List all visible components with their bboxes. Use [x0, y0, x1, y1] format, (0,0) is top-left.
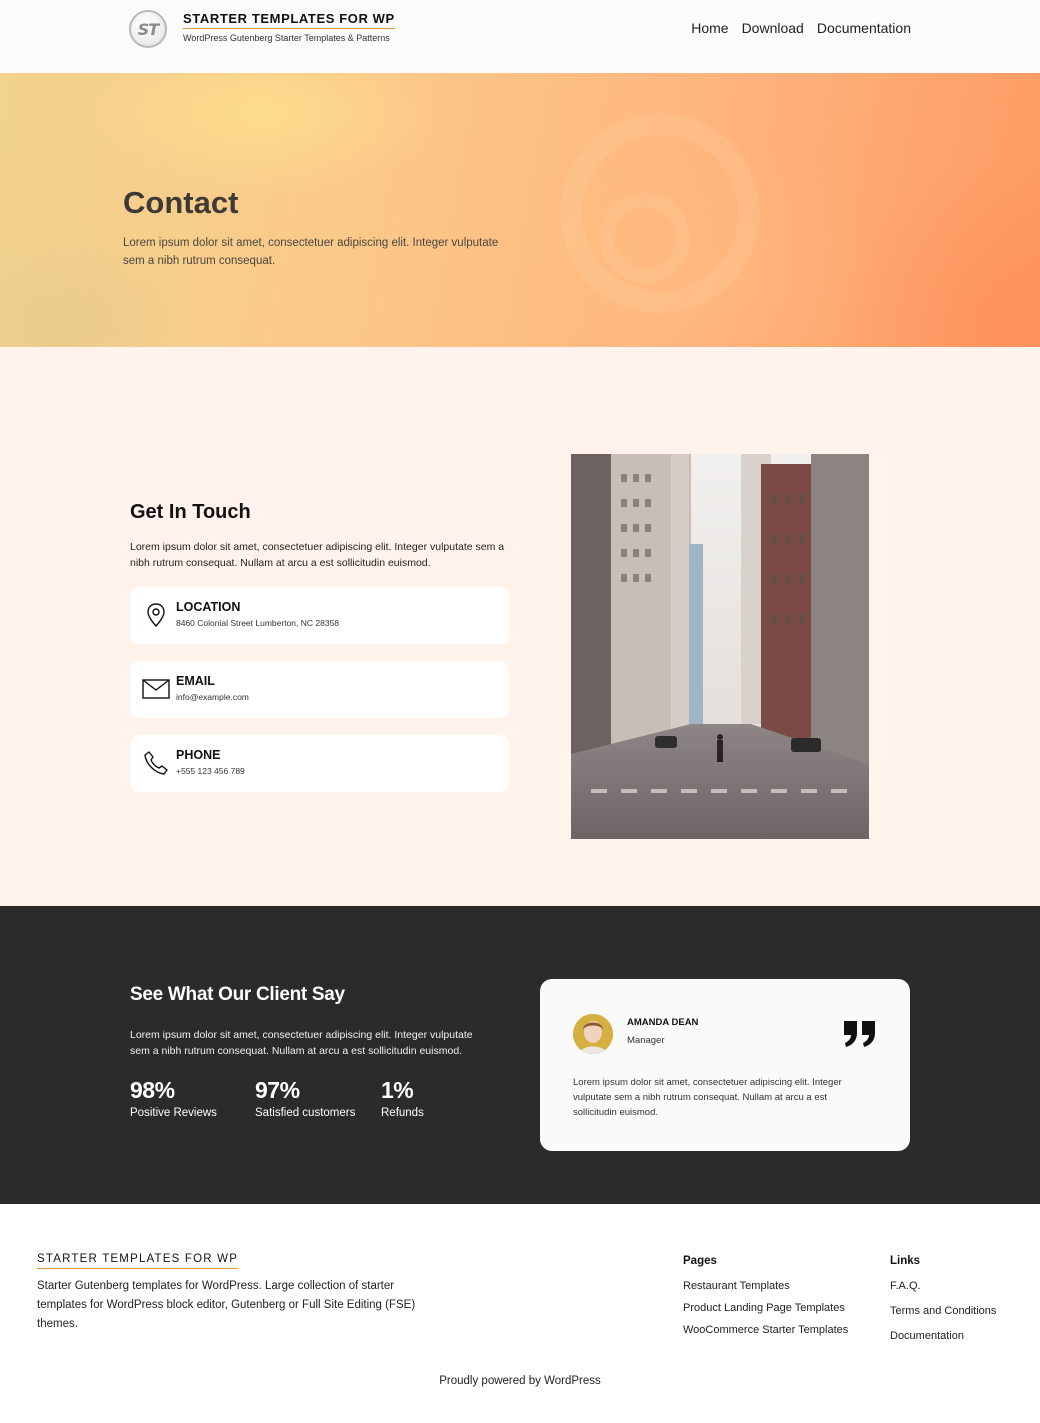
- email-value[interactable]: info@example.com: [176, 692, 249, 702]
- footer-link-terms[interactable]: Terms and Conditions: [890, 1305, 996, 1317]
- location-value: 8460 Colonial Street Lumberton, NC 28358: [176, 618, 340, 628]
- review-card: AMANDA DEAN Manager Lorem ipsum dolor si…: [540, 979, 910, 1151]
- location-label: LOCATION: [176, 600, 241, 614]
- nav-home[interactable]: Home: [691, 20, 728, 36]
- stat-value: 1%: [381, 1077, 414, 1103]
- nav-documentation[interactable]: Documentation: [817, 20, 911, 36]
- footer-link-faq[interactable]: F.A.Q.: [890, 1280, 921, 1292]
- phone-card: PHONE +555 123 456 789: [130, 735, 509, 792]
- contact-heading: Get In Touch: [130, 501, 251, 523]
- stat-satisfied-customers: 97% Satisfied customers: [255, 1077, 355, 1119]
- stat-caption: Refunds: [381, 1107, 424, 1119]
- email-card: EMAIL info@example.com: [130, 661, 509, 718]
- testimonial-heading: See What Our Client Say: [130, 984, 345, 1005]
- footer-link-restaurant-templates[interactable]: Restaurant Templates: [683, 1280, 790, 1292]
- envelope-icon: [142, 675, 170, 703]
- hero-decoration: [600, 193, 690, 283]
- site-title[interactable]: STARTER TEMPLATES FOR WP: [183, 11, 395, 29]
- phone-value[interactable]: +555 123 456 789: [176, 766, 245, 776]
- site-header: ST STARTER TEMPLATES FOR WP WordPress Gu…: [0, 0, 1040, 73]
- location-card: LOCATION 8460 Colonial Street Lumberton,…: [130, 587, 509, 644]
- footer-links-heading: Links: [890, 1255, 921, 1267]
- footer-pages-heading: Pages: [683, 1255, 717, 1267]
- nav-download[interactable]: Download: [742, 20, 804, 36]
- reviewer-name: AMANDA DEAN: [627, 1017, 699, 1028]
- footer-link-product-landing[interactable]: Product Landing Page Templates: [683, 1302, 845, 1314]
- reviewer-role: Manager: [627, 1035, 665, 1046]
- stat-caption: Positive Reviews: [130, 1107, 217, 1119]
- location-pin-icon: [142, 601, 170, 629]
- footer-link-documentation[interactable]: Documentation: [890, 1330, 964, 1342]
- testimonial-section: See What Our Client Say Lorem ipsum dolo…: [0, 906, 1040, 1204]
- footer-link-woocommerce[interactable]: WooCommerce Starter Templates: [683, 1324, 848, 1336]
- city-street-photo: [571, 454, 869, 839]
- review-text: Lorem ipsum dolor sit amet, consectetuer…: [573, 1077, 842, 1118]
- stat-positive-reviews: 98% Positive Reviews: [130, 1077, 217, 1119]
- phone-label: PHONE: [176, 748, 221, 762]
- quote-icon: [842, 1019, 878, 1049]
- site-logo[interactable]: ST: [129, 10, 167, 48]
- stat-refunds: 1% Refunds: [381, 1077, 424, 1119]
- site-footer: STARTER TEMPLATES FOR WP Starter Gutenbe…: [0, 1204, 1040, 1423]
- contact-intro: Lorem ipsum dolor sit amet, consectetuer…: [130, 541, 505, 569]
- avatar: [573, 1014, 613, 1054]
- footer-description: Starter Gutenberg templates for WordPres…: [37, 1280, 416, 1330]
- email-label: EMAIL: [176, 674, 215, 688]
- hero-banner: Contact Lorem ipsum dolor sit amet, cons…: [0, 73, 1040, 347]
- stat-value: 97%: [255, 1077, 300, 1103]
- footer-site-title[interactable]: STARTER TEMPLATES FOR WP: [37, 1253, 239, 1269]
- phone-icon: [142, 749, 170, 777]
- contact-section: Get In Touch Lorem ipsum dolor sit amet,…: [0, 347, 1040, 906]
- footer-powered-by[interactable]: Proudly powered by WordPress: [0, 1375, 1040, 1387]
- testimonial-intro: Lorem ipsum dolor sit amet, consectetuer…: [130, 1029, 473, 1057]
- hero-description: Lorem ipsum dolor sit amet, consectetuer…: [123, 237, 499, 267]
- stat-caption: Satisfied customers: [255, 1107, 356, 1119]
- page-title: Contact: [123, 185, 239, 220]
- main-nav: Home Download Documentation: [691, 20, 911, 36]
- stat-value: 98%: [130, 1077, 175, 1103]
- site-tagline: WordPress Gutenberg Starter Templates & …: [183, 33, 390, 43]
